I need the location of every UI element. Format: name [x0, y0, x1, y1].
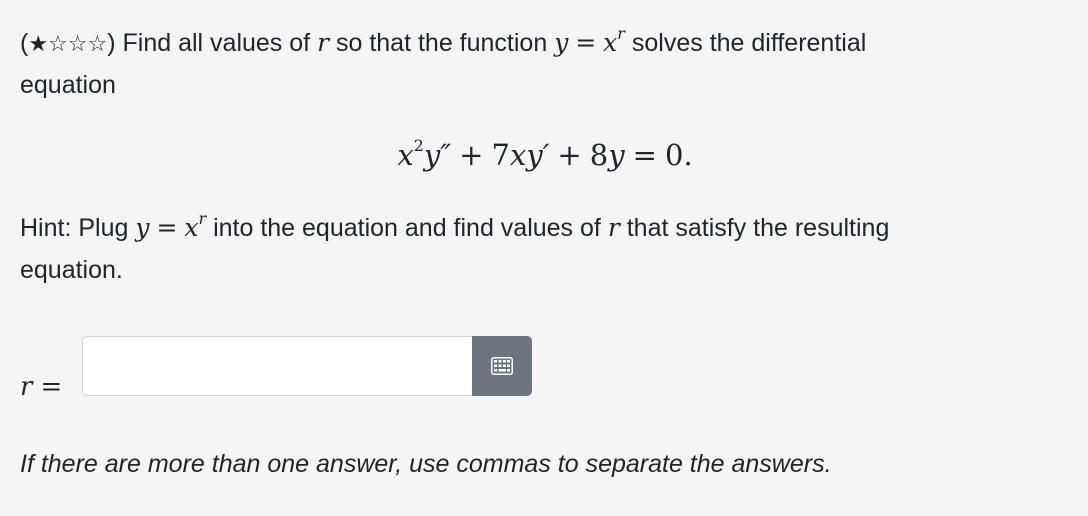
eq-y: y: [608, 138, 625, 172]
answer-equals: =: [40, 372, 63, 402]
hint-y: y: [135, 213, 150, 242]
hint-x: x: [184, 213, 199, 242]
problem-statement-line-1: (★☆☆☆) Find all values of r so that the …: [20, 25, 867, 60]
problem-text-c: solves the differential: [631, 29, 867, 57]
hint-eq: =: [156, 213, 178, 242]
hint-line-2: equation.: [20, 255, 123, 285]
eq-x: x: [397, 138, 414, 172]
answer-variable: r: [20, 372, 33, 402]
math-func-x: x: [603, 28, 618, 57]
math-func-y: y: [554, 28, 569, 57]
eq-x-exponent: 2: [413, 136, 424, 156]
paren-close: ): [107, 29, 116, 57]
answer-input[interactable]: [82, 336, 472, 396]
math-func-eq: =: [575, 28, 597, 57]
eq-xy-prime: xy′: [509, 138, 550, 172]
eq-coef-2: 8: [589, 138, 609, 172]
hint-line-1: Hint: Plug y = xr into the equation and …: [20, 210, 890, 243]
hint-text-line-2: equation.: [20, 256, 123, 284]
multiple-answers-note: If there are more than one answer, use c…: [20, 450, 832, 478]
differential-equation: x2y″ + 7xy′ + 8y = 0.: [20, 135, 1070, 176]
eq-rhs: 0.: [665, 138, 693, 172]
eq-plus-2: +: [557, 138, 582, 172]
hint-r: r: [607, 213, 620, 242]
keypad-grid-icon: [491, 357, 513, 375]
eq-coef-1: 7: [491, 138, 510, 172]
math-var-r: r: [317, 28, 330, 57]
eq-equals: =: [632, 138, 657, 172]
answer-label: r =: [20, 370, 62, 404]
hint-text-b: into the equation and find values of: [213, 214, 601, 242]
hint-x-exponent: r: [198, 208, 207, 228]
math-keypad-button[interactable]: [472, 336, 532, 396]
hint-label: Hint:: [20, 214, 72, 242]
hint-text-a: Plug: [78, 214, 129, 242]
problem-statement-line-2: equation: [20, 70, 116, 100]
problem-page: (★☆☆☆) Find all values of r so that the …: [20, 0, 1070, 516]
math-func-exponent: r: [617, 23, 625, 43]
hint-text-c: that satisfy the resulting: [626, 214, 890, 242]
problem-text-equation-word: equation: [20, 71, 116, 99]
problem-text-b: so that the function: [335, 29, 548, 57]
eq-plus-1: +: [459, 138, 484, 172]
difficulty-stars: ★☆☆☆: [28, 32, 108, 57]
eq-ypp: y″: [423, 138, 452, 172]
problem-text-a: Find all values of: [122, 29, 311, 57]
